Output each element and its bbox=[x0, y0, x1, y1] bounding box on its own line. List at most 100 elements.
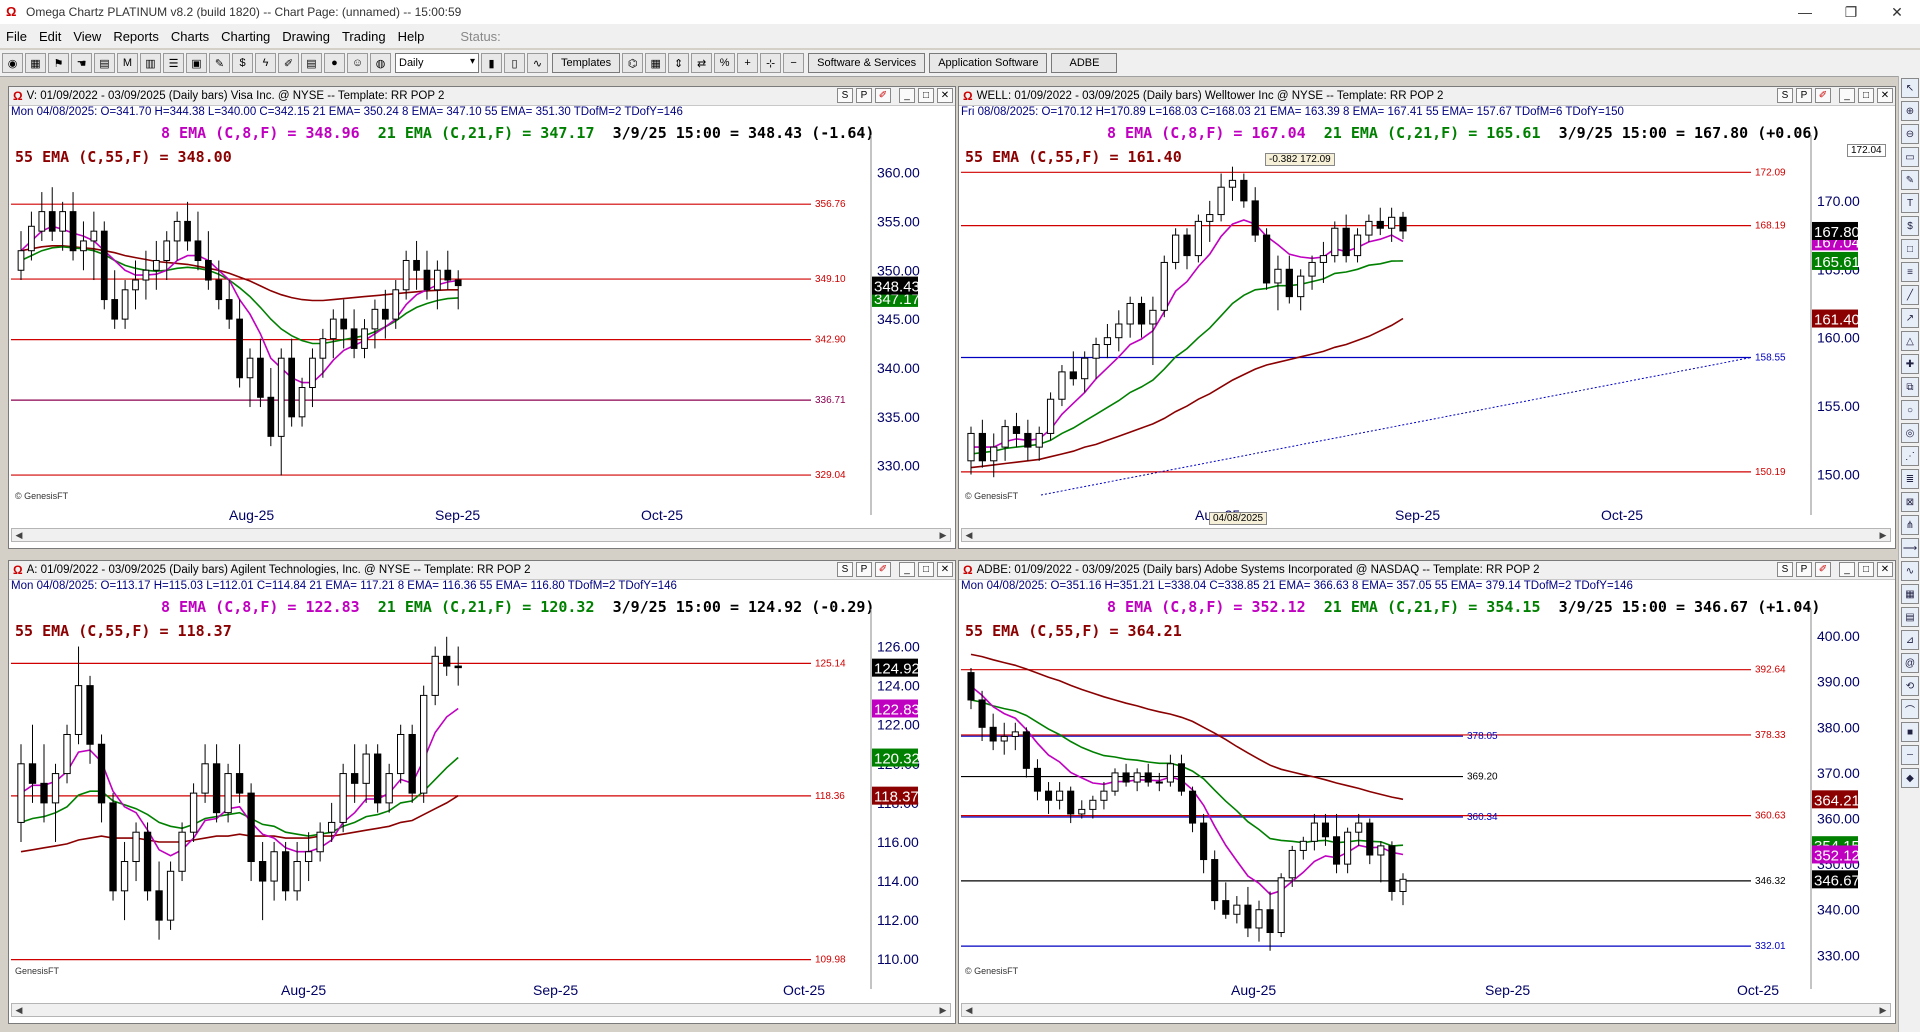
toolbar-signal-icon[interactable]: ⚑ bbox=[48, 53, 69, 73]
toolbar-crosshair-icon[interactable]: ⊹ bbox=[760, 53, 782, 73]
scroll-right-icon[interactable]: ▶ bbox=[936, 529, 950, 541]
maximize-panel-button[interactable]: □ bbox=[1858, 88, 1874, 103]
menu-file[interactable]: File bbox=[0, 29, 33, 44]
pitchfork-icon[interactable]: ⋔ bbox=[1901, 515, 1919, 535]
toolbar-user-icon[interactable]: ☺ bbox=[347, 53, 368, 73]
arc-icon[interactable]: ⌒ bbox=[1901, 699, 1919, 719]
horizontal-scrollbar[interactable]: ◀ ▶ bbox=[961, 1003, 1891, 1017]
toolbar-m-icon[interactable]: M bbox=[117, 53, 138, 73]
toolbar-cross-icon[interactable]: + bbox=[737, 53, 759, 73]
interval-select[interactable]: Daily bbox=[395, 53, 479, 73]
toolbar-book-icon[interactable]: ▤ bbox=[301, 53, 322, 73]
maximize-panel-button[interactable]: □ bbox=[1858, 562, 1874, 577]
pointer-icon[interactable]: ↖ bbox=[1901, 78, 1919, 98]
zoom-in-icon[interactable]: ⊕ bbox=[1901, 101, 1919, 121]
scroll-right-icon[interactable]: ▶ bbox=[936, 1004, 950, 1016]
bars-icon[interactable]: ▤ bbox=[1901, 607, 1919, 627]
horizontal-scrollbar[interactable]: ◀ ▶ bbox=[961, 528, 1891, 542]
edit-chart-icon[interactable]: ✐ bbox=[1815, 562, 1831, 577]
chart-panel-adbe[interactable]: Ω ADBE: 01/09/2022 - 03/09/2025 (Daily b… bbox=[958, 560, 1896, 1024]
toolbar-scale-icon[interactable]: ⇕ bbox=[668, 53, 690, 73]
toolbar-tile-icon[interactable]: ▦ bbox=[645, 53, 667, 73]
toolbar-line-icon[interactable]: ∿ bbox=[527, 53, 548, 73]
price-chart[interactable]: 110.00112.00114.00116.00118.00120.00122.… bbox=[11, 609, 951, 989]
fan-icon[interactable]: ⋰ bbox=[1901, 446, 1919, 466]
cross-icon[interactable]: ✚ bbox=[1901, 354, 1919, 374]
toolbar-layout-icon[interactable]: ▦ bbox=[25, 53, 46, 73]
chart-panel-a[interactable]: Ω A: 01/09/2022 - 03/09/2025 (Daily bars… bbox=[8, 560, 956, 1024]
toolbar-chart-icon[interactable]: ◉ bbox=[2, 53, 23, 73]
price-toggle-button[interactable]: S bbox=[1777, 88, 1793, 103]
edit-chart-icon[interactable]: ✐ bbox=[875, 562, 891, 577]
close-panel-button[interactable]: ✕ bbox=[1877, 562, 1893, 577]
plot-area[interactable]: 330.00 335.00 340.00 345.00 350.00 355.00 360.… bbox=[11, 135, 951, 515]
chart-panel-well[interactable]: Ω WELL: 01/09/2022 - 03/09/2025 (Daily b… bbox=[958, 86, 1896, 549]
toolbar-bars-icon[interactable]: ▮ bbox=[481, 53, 502, 73]
price-toggle-button[interactable]: S bbox=[837, 88, 853, 103]
plot-area[interactable]: 150.00155.00160.00165.00170.00172.09168.… bbox=[961, 135, 1891, 515]
scroll-left-icon[interactable]: ◀ bbox=[962, 1004, 976, 1016]
plot-area[interactable]: 330.00 340.00 350.00 360.00 370.00 380.00 390.… bbox=[961, 609, 1891, 989]
chart-panel-v[interactable]: Ω V: 01/09/2022 - 03/09/2025 (Daily bars… bbox=[8, 86, 956, 549]
spiral-icon[interactable]: @ bbox=[1901, 653, 1919, 673]
menu-trading[interactable]: Trading bbox=[336, 29, 392, 44]
price-chart[interactable]: 150.00155.00160.00165.00170.00172.09168.… bbox=[961, 135, 1891, 515]
toolbar-network-icon[interactable]: ⌬ bbox=[622, 53, 644, 73]
scroll-left-icon[interactable]: ◀ bbox=[12, 1004, 26, 1016]
triangle-icon[interactable]: △ bbox=[1901, 331, 1919, 351]
price-chart[interactable]: 330.00340.00350.00360.00370.00380.00390.… bbox=[961, 609, 1891, 989]
minimize-panel-button[interactable]: _ bbox=[899, 88, 915, 103]
close-button[interactable]: ✕ bbox=[1874, 0, 1920, 24]
square-icon[interactable]: ■ bbox=[1901, 722, 1919, 742]
arrow-icon[interactable]: ↗ bbox=[1901, 308, 1919, 328]
menu-edit[interactable]: Edit bbox=[33, 29, 67, 44]
menu-charting[interactable]: Charting bbox=[215, 29, 276, 44]
marker-icon[interactable]: ◆ bbox=[1901, 768, 1919, 788]
plot-area[interactable]: 110.00112.00114.00116.00118.00120.00122.… bbox=[11, 609, 951, 989]
toolbar-minus-icon[interactable]: − bbox=[783, 53, 805, 73]
circle-icon[interactable]: ○ bbox=[1901, 400, 1919, 420]
toolbar-bolt-icon[interactable]: ϟ bbox=[255, 53, 276, 73]
ellipse-icon[interactable]: ◎ bbox=[1901, 423, 1919, 443]
toolbar-disc-icon[interactable]: ● bbox=[324, 53, 345, 73]
close-panel-button[interactable]: ✕ bbox=[937, 562, 953, 577]
grid-icon[interactable]: ▦ bbox=[1901, 584, 1919, 604]
menu-view[interactable]: View bbox=[67, 29, 107, 44]
application-software-button[interactable]: Application Software bbox=[929, 53, 1048, 73]
scroll-right-icon[interactable]: ▶ bbox=[1876, 1004, 1890, 1016]
menu-reports[interactable]: Reports bbox=[107, 29, 165, 44]
zoom-out-icon[interactable]: ⊖ bbox=[1901, 124, 1919, 144]
print-button[interactable]: P bbox=[1796, 562, 1812, 577]
scroll-right-icon[interactable]: ▶ bbox=[1876, 529, 1890, 541]
toolbar-candle-icon[interactable]: ▯ bbox=[504, 53, 525, 73]
text-icon[interactable]: T bbox=[1901, 193, 1919, 213]
toolbar-grid-icon[interactable]: ▥ bbox=[140, 53, 161, 73]
dash-icon[interactable]: ┄ bbox=[1901, 745, 1919, 765]
menu-help[interactable]: Help bbox=[392, 29, 431, 44]
lines-icon[interactable]: ≣ bbox=[1901, 469, 1919, 489]
symbol-button[interactable]: ADBE bbox=[1051, 53, 1118, 73]
horizontal-scrollbar[interactable]: ◀ ▶ bbox=[11, 528, 951, 542]
channel-icon[interactable]: ⧉ bbox=[1901, 377, 1919, 397]
toolbar-arrows-icon[interactable]: ⇄ bbox=[691, 53, 713, 73]
toolbar-edit-icon[interactable]: ✐ bbox=[278, 53, 299, 73]
minimize-panel-button[interactable]: _ bbox=[899, 562, 915, 577]
templates-button[interactable]: Templates bbox=[552, 53, 621, 73]
ray-icon[interactable]: ⟶ bbox=[1901, 538, 1919, 558]
folder-icon[interactable]: ▭ bbox=[1901, 147, 1919, 167]
toolbar-list-icon[interactable]: ☰ bbox=[163, 53, 184, 73]
dollar-icon[interactable]: $ bbox=[1901, 216, 1919, 236]
toolbar-money-icon[interactable]: $ bbox=[232, 53, 253, 73]
scroll-left-icon[interactable]: ◀ bbox=[962, 529, 976, 541]
tri-line-icon[interactable]: ⊿ bbox=[1901, 630, 1919, 650]
minimize-button[interactable]: — bbox=[1782, 0, 1828, 24]
print-button[interactable]: P bbox=[856, 562, 872, 577]
close-panel-button[interactable]: ✕ bbox=[1877, 88, 1893, 103]
price-toggle-button[interactable]: S bbox=[837, 562, 853, 577]
software-services-button[interactable]: Software & Services bbox=[808, 53, 926, 73]
minimize-panel-button[interactable]: _ bbox=[1839, 562, 1855, 577]
wave-icon[interactable]: ∿ bbox=[1901, 561, 1919, 581]
horizontal-scrollbar[interactable]: ◀ ▶ bbox=[11, 1003, 951, 1017]
box-icon[interactable]: □ bbox=[1901, 239, 1919, 259]
print-button[interactable]: P bbox=[856, 88, 872, 103]
